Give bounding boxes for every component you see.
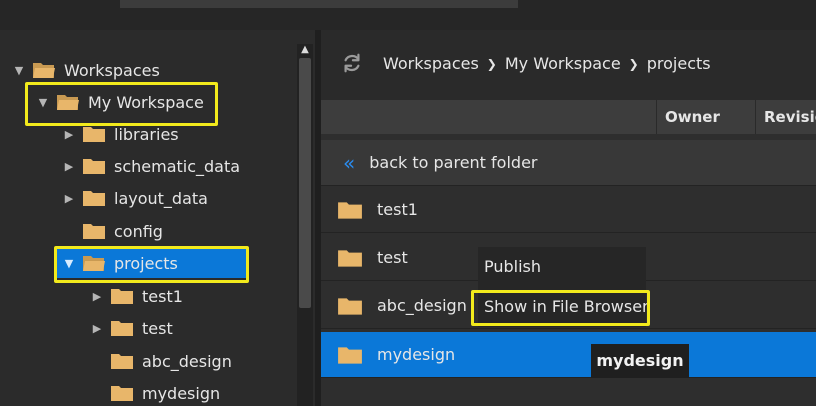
file-row-test1[interactable]: test1 xyxy=(321,187,816,233)
tree-node-label: test1 xyxy=(142,286,183,306)
tree-node-label: projects xyxy=(114,253,178,273)
refresh-icon[interactable] xyxy=(341,52,363,74)
file-name: mydesign xyxy=(377,345,456,364)
breadcrumb-item-projects[interactable]: projects xyxy=(647,54,711,73)
collapse-arrow-icon[interactable]: ▶ xyxy=(62,160,76,173)
folder-open-icon xyxy=(33,63,55,78)
folder-icon xyxy=(83,224,105,239)
tree-node-schematic-data[interactable]: ▶ schematic_data xyxy=(62,151,240,181)
collapse-arrow-icon[interactable]: ▶ xyxy=(90,290,104,303)
chevron-right-icon: ❯ xyxy=(486,56,497,71)
tree-node-label: My Workspace xyxy=(88,92,204,112)
folder-icon xyxy=(111,289,133,304)
tree-node-test1[interactable]: ▶ test1 xyxy=(90,281,183,311)
folder-icon xyxy=(338,346,362,364)
context-menu: Publish Show in File Browser xyxy=(478,247,649,327)
tree-node-test[interactable]: ▶ test xyxy=(90,313,173,343)
column-header: Owner Revisio xyxy=(321,100,816,134)
expand-arrow-icon[interactable]: ▼ xyxy=(62,257,76,270)
tree-node-config[interactable]: config xyxy=(62,216,163,246)
breadcrumb-bar: Workspaces ❯ My Workspace ❯ projects xyxy=(321,30,816,100)
folder-icon xyxy=(338,297,362,315)
file-name: test xyxy=(377,248,408,267)
tree-node-my-workspace[interactable]: ▼ My Workspace xyxy=(36,87,204,117)
tooltip: mydesign xyxy=(591,344,689,378)
menu-item-show-in-file-browser[interactable]: Show in File Browser xyxy=(478,287,649,327)
folder-icon xyxy=(83,159,105,174)
tree-node-projects[interactable]: ▼ projects xyxy=(56,248,248,278)
tree-node-label: mydesign xyxy=(142,383,221,403)
scrollbar-thumb[interactable] xyxy=(299,58,311,308)
file-browser-panel: Workspaces ❯ My Workspace ❯ projects Own… xyxy=(321,30,816,406)
tree-node-label: test xyxy=(142,318,173,338)
breadcrumb-item-workspaces[interactable]: Workspaces xyxy=(383,54,479,73)
folder-open-icon xyxy=(57,95,79,110)
column-header-revision[interactable]: Revisio xyxy=(755,100,816,134)
tree-node-workspaces[interactable]: ▼ Workspaces xyxy=(12,55,160,85)
back-to-parent-row[interactable]: « back to parent folder xyxy=(321,140,816,186)
folder-open-icon xyxy=(83,256,105,271)
chevron-right-icon: ❯ xyxy=(628,56,639,71)
tree-node-libraries[interactable]: ▶ libraries xyxy=(62,119,179,149)
top-bar xyxy=(0,0,816,30)
tree-scrollbar[interactable]: ▲ xyxy=(297,44,313,406)
collapse-arrow-icon[interactable]: ▶ xyxy=(62,192,76,205)
folder-icon xyxy=(111,321,133,336)
tree-node-label: abc_design xyxy=(142,351,232,371)
breadcrumb: Workspaces ❯ My Workspace ❯ projects xyxy=(383,54,711,73)
scroll-up-icon[interactable]: ▲ xyxy=(299,44,311,56)
folder-icon xyxy=(338,249,362,267)
file-name: abc_design xyxy=(377,296,467,315)
folder-icon xyxy=(338,201,362,219)
tree-node-mydesign[interactable]: mydesign xyxy=(90,378,220,406)
tree-node-label: layout_data xyxy=(114,188,208,208)
tree-node-label: libraries xyxy=(114,124,179,144)
column-header-owner[interactable]: Owner xyxy=(656,100,748,134)
folder-icon xyxy=(111,354,133,369)
menu-item-publish[interactable]: Publish xyxy=(478,247,646,287)
collapse-arrow-icon[interactable]: ▶ xyxy=(90,322,104,335)
file-name: test1 xyxy=(377,200,418,219)
back-label: back to parent folder xyxy=(369,153,538,172)
folder-icon xyxy=(83,127,105,142)
tree-node-layout-data[interactable]: ▶ layout_data xyxy=(62,183,208,213)
file-row-mydesign[interactable]: mydesign xyxy=(321,332,816,378)
expand-arrow-icon[interactable]: ▼ xyxy=(36,96,50,109)
tree-node-abc-design[interactable]: abc_design xyxy=(90,346,232,376)
folder-icon xyxy=(111,386,133,401)
folder-icon xyxy=(83,191,105,206)
double-chevron-left-icon: « xyxy=(343,150,356,175)
workspace-tree: ▼ Workspaces ▼ My Workspace ▶ libraries … xyxy=(0,30,296,406)
tree-node-label: schematic_data xyxy=(114,156,241,176)
expand-arrow-icon[interactable]: ▼ xyxy=(12,64,26,77)
top-field[interactable] xyxy=(120,0,518,8)
breadcrumb-item-my-workspace[interactable]: My Workspace xyxy=(505,54,621,73)
tree-node-label: Workspaces xyxy=(64,60,160,80)
tree-node-label: config xyxy=(114,221,163,241)
collapse-arrow-icon[interactable]: ▶ xyxy=(62,128,76,141)
